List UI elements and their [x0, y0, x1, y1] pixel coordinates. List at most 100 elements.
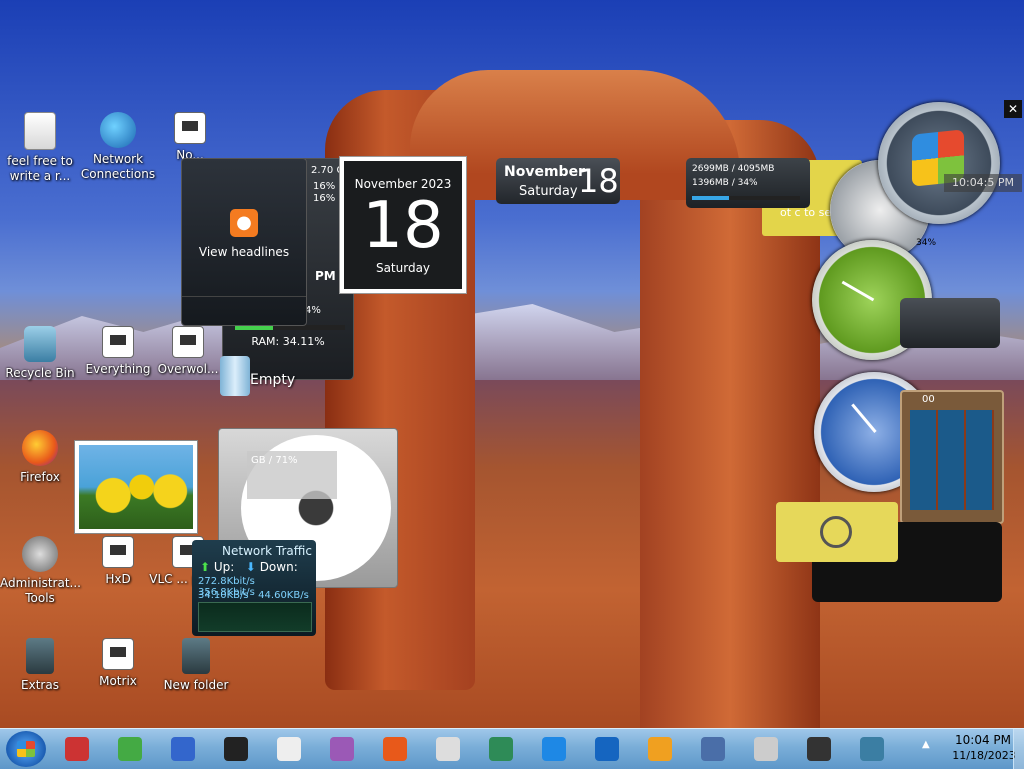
media-icon — [330, 737, 354, 761]
taskbar-button-3[interactable] — [219, 733, 253, 765]
memory-meter-gadget[interactable]: 2699MB / 4095MB 1396MB / 34% — [686, 158, 810, 208]
date-day: 18 — [578, 162, 619, 200]
dragon-icon — [436, 737, 460, 761]
desktop-icon-notepad[interactable]: No... — [150, 112, 230, 163]
folder-icon — [26, 638, 54, 674]
app-icon — [172, 326, 204, 358]
desktop-icon-new-folder[interactable]: New folder — [156, 638, 236, 693]
tools-icon — [171, 737, 195, 761]
gadget-close-button[interactable]: ✕ — [1004, 100, 1022, 118]
view-headlines-link[interactable]: View headlines — [182, 245, 306, 259]
text-document-icon — [24, 112, 56, 150]
puzzle-number: 00 — [922, 394, 935, 405]
desktop-icon-recycle-bin[interactable]: Recycle Bin — [0, 326, 80, 381]
date-weekday: Saturday — [519, 184, 578, 199]
cards-icon — [277, 737, 301, 761]
rss-footer — [182, 296, 306, 325]
chrome-icon — [118, 737, 142, 761]
show-desktop-button[interactable] — [1013, 729, 1024, 769]
sticky-note-gadget[interactable] — [776, 502, 898, 562]
media-bar-gadget[interactable] — [900, 298, 1000, 348]
taskbar-button-8[interactable] — [484, 733, 518, 765]
desktop-icon-network-connections[interactable]: Network Connections — [78, 112, 158, 182]
taskbar-button-13[interactable] — [749, 733, 783, 765]
desktop-icon-admin-tools[interactable]: Administrat... Tools — [0, 536, 81, 606]
taskbar-button-7[interactable] — [431, 733, 465, 765]
taskbar-clock-date[interactable]: 11/18/2023 — [944, 749, 1024, 762]
everything-search-icon — [102, 326, 134, 358]
taskbar-button-5[interactable] — [325, 733, 359, 765]
taskbar-button-4[interactable] — [272, 733, 306, 765]
taskbar-store-icon — [65, 737, 89, 761]
date-gadget[interactable]: November Saturday 18 — [496, 158, 620, 204]
hex-editor-icon — [102, 536, 134, 568]
motrix-icon — [102, 638, 134, 670]
memory-line-1: 2699MB / 4095MB — [692, 164, 775, 174]
taskbar-button-12[interactable] — [696, 733, 730, 765]
network-traffic-graph — [198, 602, 312, 632]
up-rate-bits: 272.8Kbit/s — [198, 576, 255, 587]
calendar-gadget[interactable]: November 2023 18 Saturday — [339, 156, 467, 294]
network-icon — [595, 737, 619, 761]
calendar-day: 18 — [362, 189, 444, 263]
cpu-core2-usage: 16% — [313, 193, 336, 204]
desktop-icon-motrix[interactable]: Motrix — [78, 638, 158, 689]
taskbar-button-2[interactable] — [166, 733, 200, 765]
drive-usage-info: GB / 71% — [247, 451, 337, 499]
network-direction-labels: ⬆ Up: ⬇ Down: — [200, 560, 298, 574]
taskbar-button-15[interactable] — [855, 733, 889, 765]
payment-icon — [807, 737, 831, 761]
taskbar-button-6[interactable] — [378, 733, 412, 765]
taskbar: ▲ 10:04 PM 11/18/2023 — [0, 728, 1024, 769]
tools-icon — [22, 536, 58, 572]
network-traffic-gadget[interactable]: Network Traffic ⬆ Up: ⬇ Down: 272.8Kbit/… — [192, 540, 316, 636]
battery-percent: 34% — [916, 238, 937, 248]
network-byte-rates: 34.10KB/s 44.60KB/s — [198, 590, 309, 601]
puzzle-gadget[interactable]: 00 — [900, 390, 1004, 524]
paint-icon — [648, 737, 672, 761]
taskbar-button-9[interactable] — [537, 733, 571, 765]
taskbar-button-1[interactable] — [113, 733, 147, 765]
cancel-icon[interactable] — [820, 516, 852, 548]
up-label: Up: — [213, 560, 235, 574]
memory-usage-bar — [692, 196, 800, 200]
firefox-icon — [383, 737, 407, 761]
taskbar-button-0[interactable] — [60, 733, 94, 765]
desktop-icon-firefox[interactable]: Firefox — [0, 430, 80, 485]
desktop-icon-extras[interactable]: Extras — [0, 638, 80, 693]
desktop-icon-text-file[interactable]: feel free to write a r... — [0, 112, 80, 184]
cpu-usage-percent: 4% — [305, 305, 321, 316]
tray-expand-icon[interactable]: ▲ — [922, 739, 930, 750]
ink-icon — [224, 737, 248, 761]
monitor-icon — [542, 737, 566, 761]
rss-feed-gadget[interactable]: ● View headlines — [181, 158, 307, 326]
firefox-icon — [22, 430, 58, 466]
date-month: November — [504, 164, 585, 180]
clock-pm-label: PM — [315, 269, 336, 283]
taskbar-clock-time[interactable]: 10:04 PM — [948, 733, 1018, 747]
ram-usage-label: RAM: 34.11% — [251, 335, 325, 348]
folder-icon — [182, 638, 210, 674]
calendar-month-year: November 2023 — [354, 177, 452, 191]
network-icon — [100, 112, 136, 148]
start-button[interactable] — [6, 731, 46, 767]
clock-hand — [851, 403, 877, 433]
puzzle-grid[interactable] — [910, 410, 994, 510]
slideshow-gadget[interactable] — [74, 440, 198, 534]
taskbar-button-10[interactable] — [590, 733, 624, 765]
taskbar-button-14[interactable] — [802, 733, 836, 765]
taskbar-button-11[interactable] — [643, 733, 677, 765]
memory-usage-fill — [692, 196, 729, 200]
clock-hand — [841, 280, 875, 302]
calendar-face: November 2023 18 Saturday — [344, 161, 462, 289]
down-arrow-icon: ⬇ — [245, 560, 256, 574]
down-label: Down: — [259, 560, 298, 574]
up-arrow-icon: ⬆ — [200, 560, 211, 574]
desktop-icon-hxd[interactable]: HxD — [78, 536, 158, 587]
clock-time-readout: 10:04:5 PM — [944, 174, 1022, 192]
desktop-icon-everything[interactable]: Everything — [78, 326, 158, 377]
recycle-bin-gadget[interactable]: Empty — [210, 356, 295, 416]
memory-line-2: 1396MB / 34% — [692, 178, 758, 188]
windows-clock-gadget[interactable] — [878, 102, 1000, 224]
system-tray: ▲ 10:04 PM 11/18/2023 — [916, 729, 1024, 769]
